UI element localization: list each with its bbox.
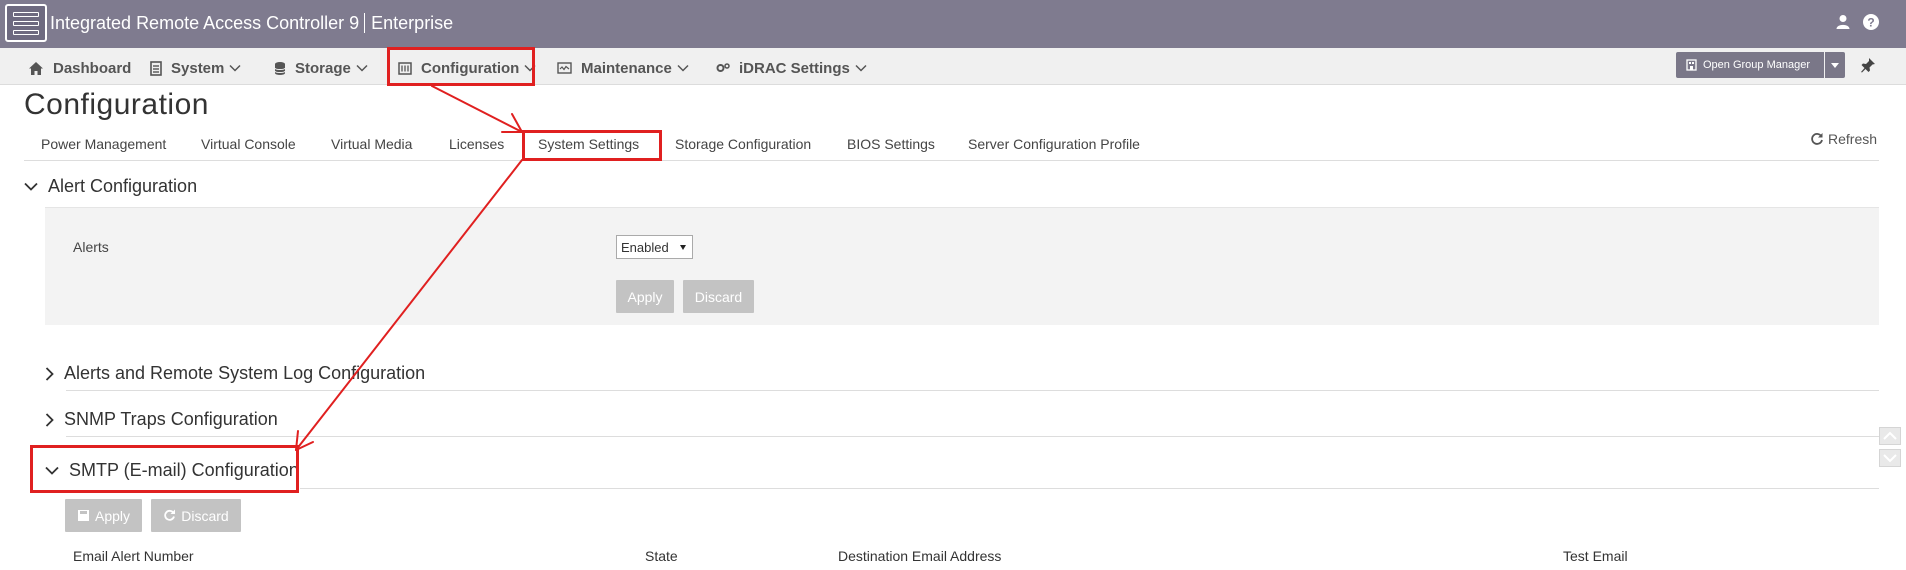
- scroll-up-button[interactable]: [1879, 427, 1901, 445]
- nav-idrac-settings[interactable]: iDRAC Settings: [716, 57, 867, 79]
- nav-configuration-label: Configuration: [421, 59, 520, 77]
- title-bar: Integrated Remote Access Controller 9 Ent…: [0, 0, 1906, 48]
- tab-bios-settings[interactable]: BIOS Settings: [847, 136, 935, 152]
- section-smtp-configuration-title: SMTP (E-mail) Configuration: [69, 460, 299, 480]
- column-header-test-email[interactable]: Test Email: [1563, 548, 1628, 564]
- column-header-email-alert-number[interactable]: Email Alert Number: [73, 548, 194, 564]
- divider: [66, 390, 1879, 391]
- refresh-icon: [1811, 133, 1823, 145]
- tab-storage-configuration[interactable]: Storage Configuration: [675, 136, 811, 152]
- edition-text: Enterprise: [371, 13, 454, 33]
- section-alerts-remote-syslog[interactable]: Alerts and Remote System Log Configurati…: [45, 363, 425, 384]
- chevron-down-icon: [677, 64, 689, 72]
- smtp-discard-label: Discard: [181, 507, 229, 524]
- save-icon: [77, 510, 89, 521]
- chevron-right-icon: [45, 412, 54, 427]
- alerts-apply-label: Apply: [627, 288, 663, 305]
- refresh-button[interactable]: Refresh: [1810, 131, 1877, 147]
- tab-virtual-console[interactable]: Virtual Console: [201, 136, 296, 152]
- main-nav: Dashboard System Storage Configuration M…: [0, 48, 1906, 85]
- nav-storage[interactable]: Storage: [274, 57, 368, 79]
- smtp-apply-label: Apply: [94, 507, 131, 524]
- chevron-down-icon: [45, 466, 59, 475]
- group-manager-dropdown-button[interactable]: [1825, 52, 1845, 78]
- refresh-icon: [164, 509, 176, 521]
- nav-system-label: System: [171, 59, 225, 77]
- nav-system[interactable]: System: [150, 57, 241, 79]
- nav-maintenance-label: Maintenance: [581, 59, 672, 77]
- alerts-discard-button[interactable]: Discard: [683, 280, 754, 313]
- user-icon[interactable]: [1834, 13, 1852, 31]
- section-alerts-remote-syslog-title: Alerts and Remote System Log Configurati…: [64, 363, 426, 383]
- smtp-apply-button[interactable]: Apply: [65, 499, 142, 532]
- chevron-down-icon: [24, 182, 38, 191]
- section-alert-configuration-title: Alert Configuration: [48, 176, 198, 196]
- page-title: Configuration: [24, 88, 209, 121]
- divider: [66, 436, 1879, 437]
- divider: [300, 488, 1879, 489]
- chevron-down-icon: [855, 64, 867, 72]
- pin-icon[interactable]: [1860, 57, 1876, 73]
- nav-storage-label: Storage: [295, 59, 351, 77]
- nav-maintenance[interactable]: Maintenance: [557, 57, 689, 79]
- database-icon: [274, 61, 286, 75]
- server-logo-icon: [5, 4, 47, 42]
- svg-text:?: ?: [1867, 16, 1874, 30]
- scroll-down-button[interactable]: [1879, 449, 1901, 467]
- chevron-down-icon: [524, 64, 536, 72]
- nav-configuration[interactable]: Configuration: [398, 57, 536, 79]
- tab-server-configuration-profile[interactable]: Server Configuration Profile: [968, 136, 1140, 152]
- tab-virtual-media[interactable]: Virtual Media: [331, 136, 412, 152]
- nav-dashboard[interactable]: Dashboard: [28, 57, 131, 79]
- open-group-manager-button[interactable]: Open Group Manager: [1676, 52, 1824, 78]
- section-alert-configuration[interactable]: Alert Configuration: [24, 176, 197, 197]
- tab-licenses[interactable]: Licenses: [449, 136, 504, 152]
- alerts-apply-button[interactable]: Apply: [616, 280, 674, 313]
- config-icon: [398, 61, 412, 75]
- app-title: Integrated Remote Access Controller 9 Ent…: [50, 13, 453, 34]
- open-group-manager-label: Open Group Manager: [1703, 59, 1811, 71]
- alerts-discard-label: Discard: [694, 288, 743, 305]
- refresh-label: Refresh: [1828, 131, 1878, 147]
- maintenance-icon: [557, 62, 572, 74]
- section-snmp-traps[interactable]: SNMP Traps Configuration: [45, 409, 278, 430]
- chevron-down-icon: [356, 64, 368, 72]
- alerts-label: Alerts: [73, 239, 109, 255]
- nav-idrac-settings-label: iDRAC Settings: [739, 59, 850, 77]
- alerts-select[interactable]: Enabled: [616, 235, 693, 259]
- server-icon: [150, 60, 162, 76]
- nav-dashboard-label: Dashboard: [53, 59, 132, 77]
- column-header-destination-email[interactable]: Destination Email Address: [838, 548, 1001, 564]
- section-smtp-configuration[interactable]: SMTP (E-mail) Configuration: [45, 460, 299, 481]
- section-snmp-traps-title: SNMP Traps Configuration: [64, 409, 278, 429]
- gears-icon: [716, 63, 730, 72]
- help-icon[interactable]: ?: [1862, 13, 1880, 31]
- smtp-discard-button[interactable]: Discard: [151, 499, 241, 532]
- chevron-down-icon: [229, 64, 241, 72]
- chevron-up-icon: [1883, 431, 1897, 440]
- chevron-right-icon: [45, 366, 54, 381]
- home-icon: [29, 61, 43, 75]
- alerts-select-value: Enabled: [621, 240, 669, 255]
- tab-power-management[interactable]: Power Management: [41, 136, 166, 152]
- building-icon: [1686, 59, 1697, 71]
- subtab-bar: Power Management Virtual Console Virtual…: [24, 131, 1879, 161]
- chevron-down-icon: [1883, 454, 1897, 463]
- app-title-text: Integrated Remote Access Controller 9: [50, 13, 360, 33]
- column-header-state[interactable]: State: [645, 548, 678, 564]
- tab-system-settings[interactable]: System Settings: [538, 136, 639, 152]
- alert-configuration-panel: Alerts Enabled Apply Discard: [45, 207, 1879, 325]
